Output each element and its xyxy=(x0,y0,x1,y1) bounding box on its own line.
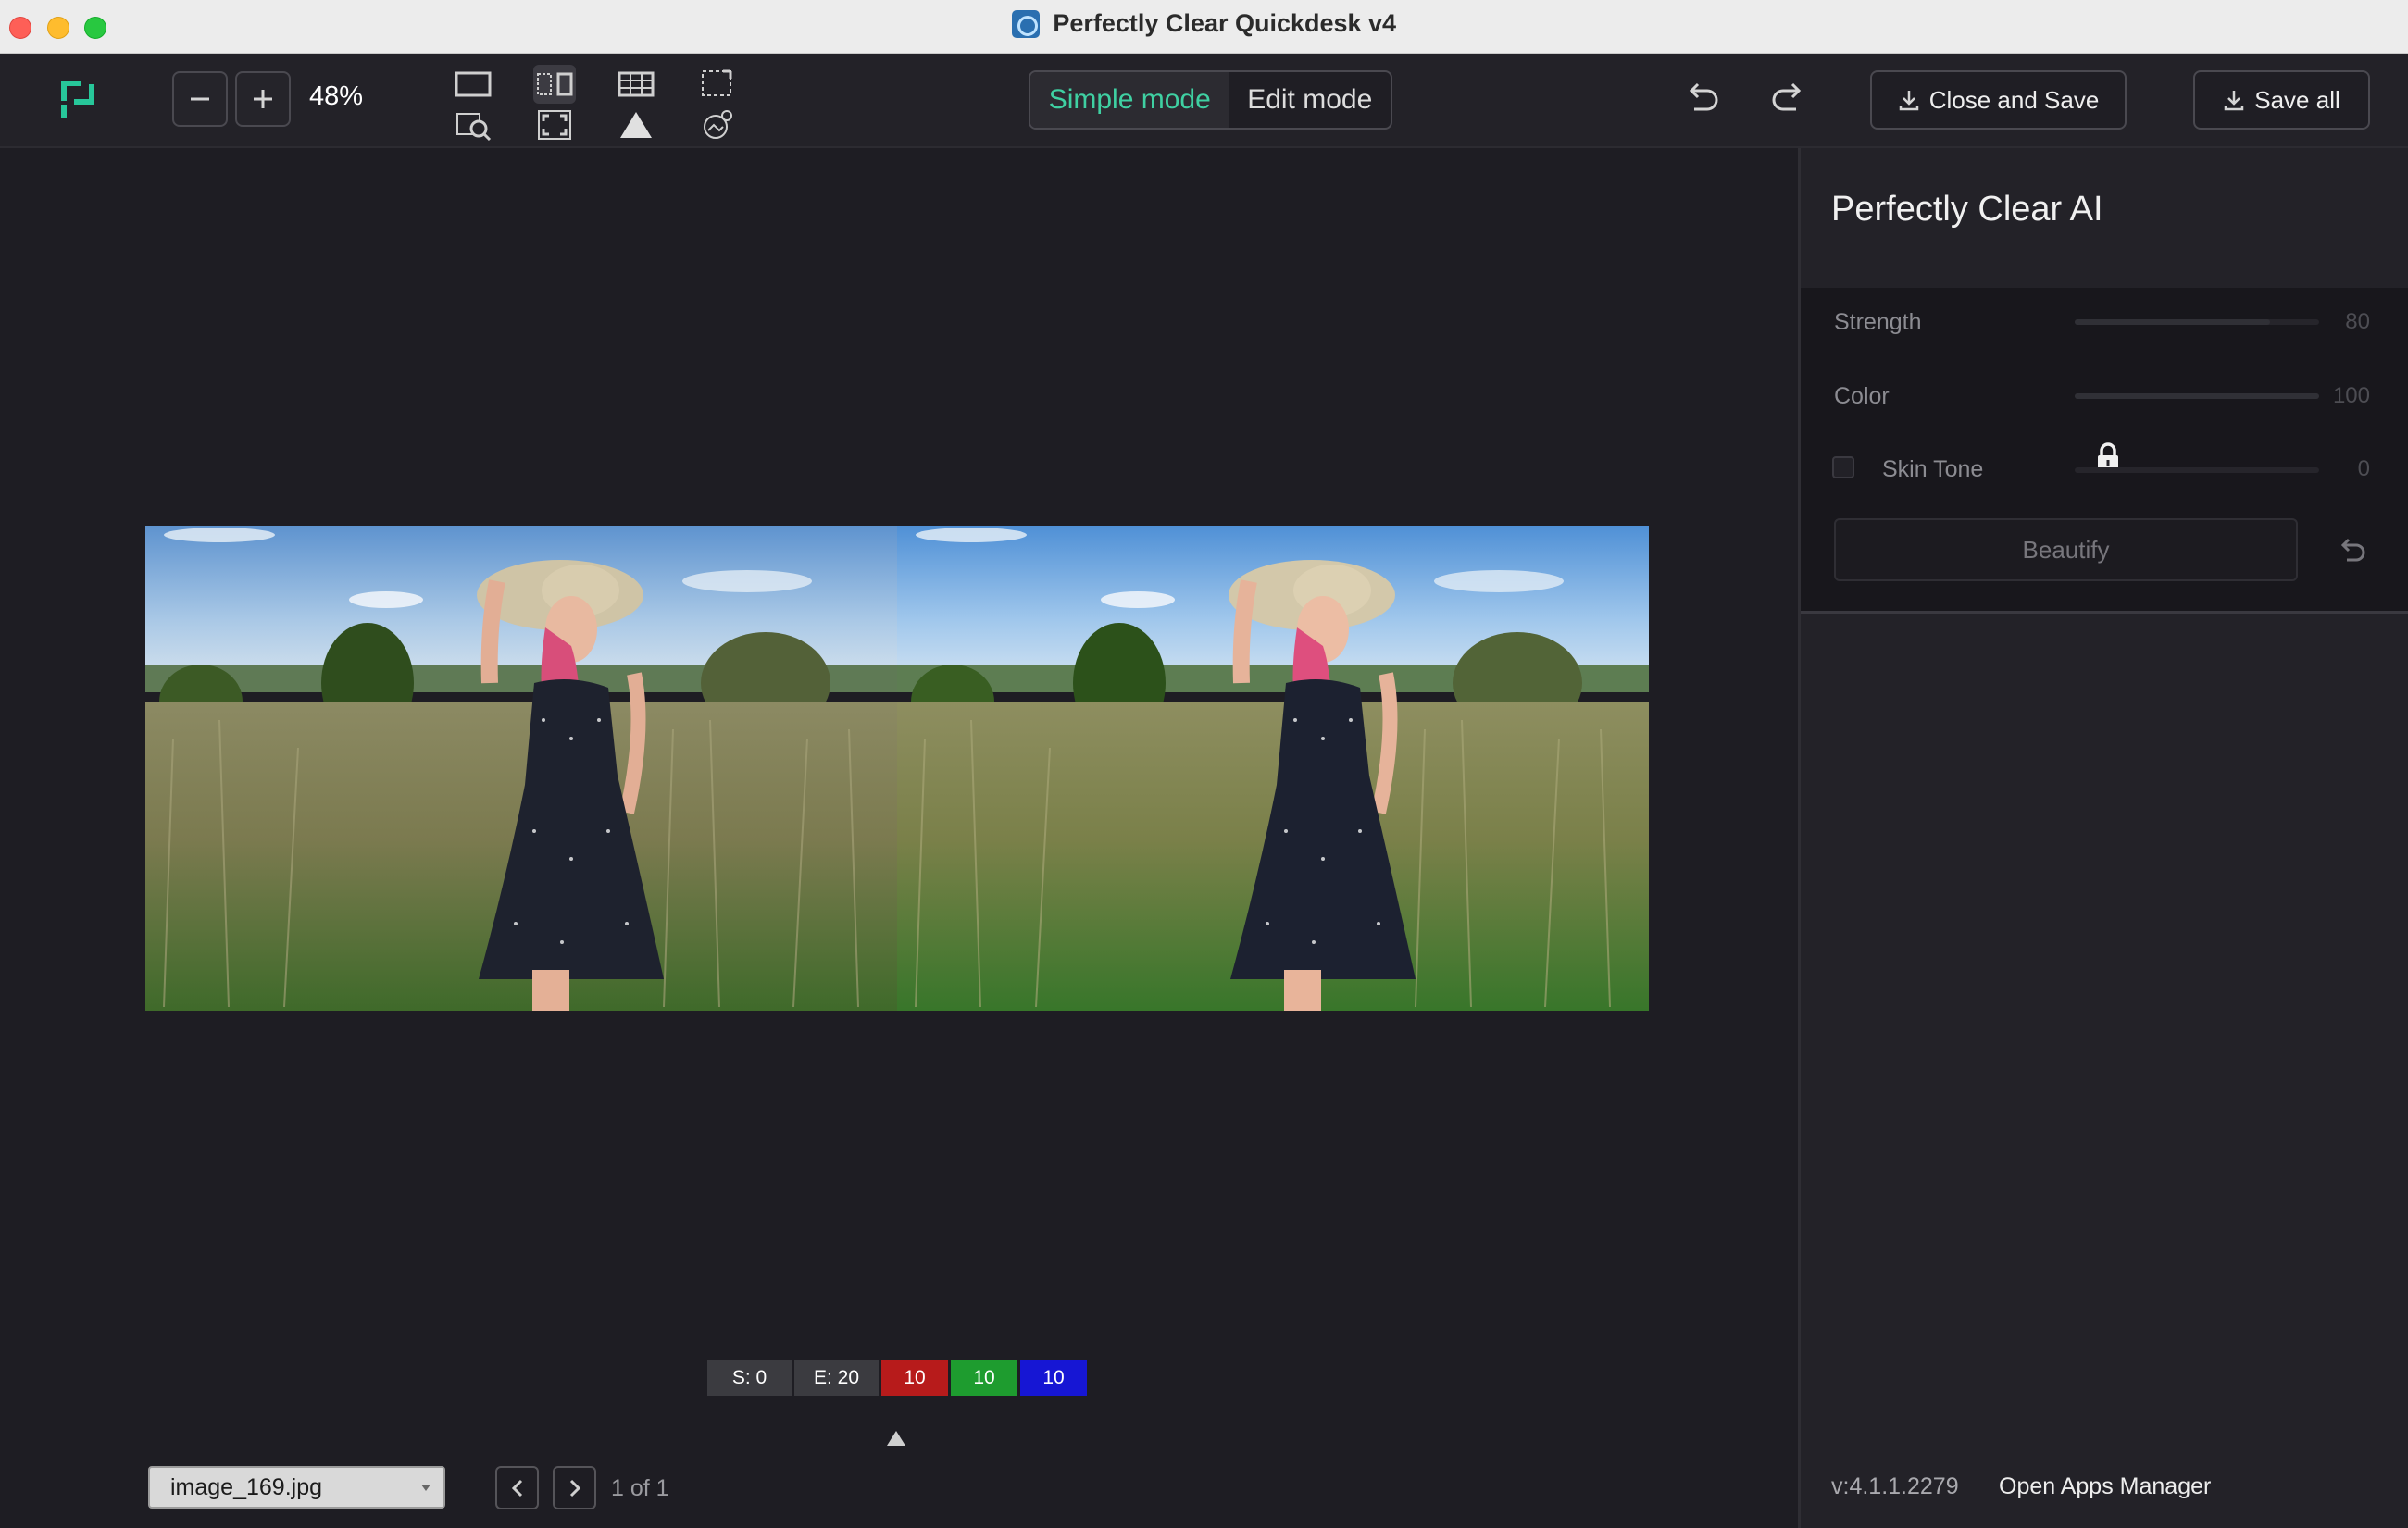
previous-image-button[interactable] xyxy=(495,1466,539,1509)
original-image[interactable] xyxy=(145,526,897,1011)
stat-strength: S: 0 xyxy=(707,1360,792,1396)
window-title: Perfectly Clear Quickdesk v4 xyxy=(1053,9,1397,37)
mode-switch: Simple mode Edit mode xyxy=(1029,70,1392,130)
chevron-left-icon xyxy=(511,1479,522,1497)
color-value: 100 xyxy=(2332,383,2370,408)
stat-exposure: E: 20 xyxy=(794,1360,879,1396)
dropdown-caret-icon xyxy=(421,1485,430,1491)
strength-slider-fill xyxy=(2075,319,2271,325)
stat-red: 10 xyxy=(881,1360,948,1396)
plus-icon xyxy=(254,90,272,108)
save-all-label: Save all xyxy=(2254,85,2340,114)
image-stats-bar: S: 0 E: 20 10 10 10 xyxy=(707,1360,1087,1396)
close-and-save-label: Close and Save xyxy=(1928,85,2100,114)
strength-slider[interactable] xyxy=(2075,319,2319,325)
save-all-button[interactable]: Save all xyxy=(2193,70,2370,130)
undo-icon[interactable] xyxy=(1681,78,1724,120)
grid-view-icon[interactable] xyxy=(615,65,657,104)
color-label: Color xyxy=(1834,383,1890,409)
skin-tone-slider[interactable] xyxy=(2075,467,2319,473)
open-apps-manager-link[interactable]: Open Apps Manager xyxy=(1999,1473,2211,1500)
simple-mode-tab[interactable]: Simple mode xyxy=(1030,72,1229,128)
zoom-in-button[interactable] xyxy=(235,71,291,127)
single-view-icon[interactable] xyxy=(452,65,494,104)
skin-tone-value: 0 xyxy=(2357,456,2370,481)
panel-title: Perfectly Clear AI xyxy=(1831,190,2103,229)
zoom-level: 48% xyxy=(309,81,364,111)
minus-icon xyxy=(191,97,209,101)
split-marker-icon[interactable] xyxy=(887,1431,905,1446)
toolbar: 48% Simple mode Edit mode Close and Save xyxy=(0,54,2408,148)
reset-icon[interactable] xyxy=(2336,534,2369,567)
app-logo-icon[interactable] xyxy=(57,77,98,121)
edit-mode-tab[interactable]: Edit mode xyxy=(1229,72,1391,128)
title-bar: Perfectly Clear Quickdesk v4 xyxy=(0,0,2408,54)
skin-tone-label: Skin Tone xyxy=(1882,456,1984,482)
right-panel: Perfectly Clear AI Strength 80 Color 100… xyxy=(1798,148,2408,1528)
download-icon xyxy=(2225,91,2244,111)
skin-tone-checkbox[interactable] xyxy=(1832,456,1854,478)
file-select[interactable]: image_169.jpg xyxy=(148,1466,445,1509)
side-by-side-icon[interactable] xyxy=(533,65,576,104)
strength-label: Strength xyxy=(1834,309,1922,335)
beautify-button[interactable]: Beautify xyxy=(1834,518,2298,581)
color-slider[interactable] xyxy=(2075,393,2319,399)
stat-green: 10 xyxy=(951,1360,1017,1396)
chevron-right-icon xyxy=(569,1479,580,1497)
app-icon xyxy=(1011,9,1040,38)
ai-settings: Strength 80 Color 100 Skin Tone 0 Beauti… xyxy=(1801,288,2408,614)
crop-icon[interactable] xyxy=(696,65,739,104)
strength-value: 80 xyxy=(2345,309,2370,334)
fit-screen-icon[interactable] xyxy=(533,106,576,144)
image-canvas[interactable]: S: 0 E: 20 10 10 10 image_169.jpg 1 of 1 xyxy=(0,148,1798,1528)
next-image-button[interactable] xyxy=(553,1466,596,1509)
close-and-save-button[interactable]: Close and Save xyxy=(1870,70,2127,130)
color-slider-fill xyxy=(2075,393,2319,399)
version-label: v:4.1.1.2279 xyxy=(1831,1473,1959,1499)
image-tools-icon[interactable] xyxy=(696,106,739,144)
zoom-out-button[interactable] xyxy=(172,71,228,127)
compare-loupe-icon[interactable] xyxy=(452,106,494,144)
page-info: 1 of 1 xyxy=(611,1475,669,1501)
edited-image[interactable] xyxy=(897,526,1649,1011)
file-select-value: image_169.jpg xyxy=(170,1473,323,1500)
download-icon xyxy=(1899,91,1918,111)
histogram-triangle-icon[interactable] xyxy=(615,106,657,144)
redo-icon[interactable] xyxy=(1766,78,1809,120)
stat-blue: 10 xyxy=(1020,1360,1087,1396)
